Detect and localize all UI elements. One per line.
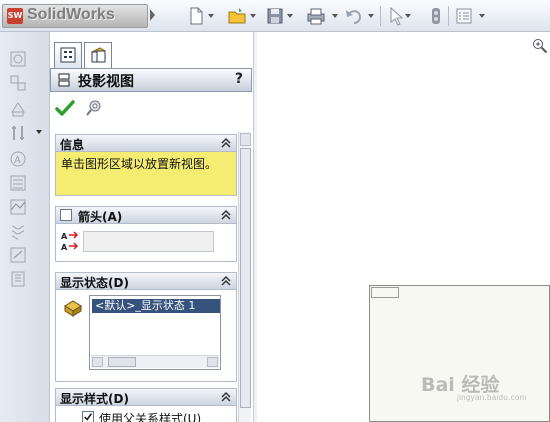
detail-view-icon[interactable]: A bbox=[9, 150, 27, 168]
break-icon[interactable] bbox=[9, 198, 27, 216]
zoom-icon[interactable] bbox=[532, 38, 548, 54]
svg-text:A: A bbox=[61, 243, 68, 252]
panel-tabs bbox=[50, 40, 257, 68]
use-parent-style-label: 使用父关系样式(U) bbox=[99, 412, 202, 422]
app-title: SolidWorks bbox=[27, 6, 115, 23]
use-parent-style-checkbox[interactable] bbox=[82, 411, 94, 422]
scroll-up-icon[interactable] bbox=[240, 133, 251, 146]
options-list-icon[interactable] bbox=[455, 6, 473, 26]
info-group: 信息 单击图形区域以放置新视图。 bbox=[55, 134, 237, 196]
open-dropdown-icon[interactable] bbox=[250, 14, 256, 18]
collapse-chevron-icon[interactable] bbox=[220, 275, 232, 287]
arrow-label-icon: A A bbox=[61, 231, 79, 252]
arrow-label-field[interactable] bbox=[83, 231, 214, 252]
graphics-area[interactable] bbox=[257, 32, 550, 422]
open-folder-icon[interactable] bbox=[227, 6, 247, 26]
watermark-url: jingyan.baidu.com bbox=[457, 393, 527, 402]
property-manager-panel: 投影视图 ? 信息 单击图形区域以放置新视图。 箭头(A) A A 显示状态(D… bbox=[50, 32, 257, 422]
scroll-right-icon[interactable] bbox=[207, 357, 218, 367]
watermark: Bai 经验 jingyan.baidu.com bbox=[421, 366, 549, 406]
info-message-box: 单击图形区域以放置新视图。 bbox=[56, 152, 236, 195]
save-icon[interactable] bbox=[266, 6, 284, 26]
help-button[interactable]: ? bbox=[235, 71, 243, 87]
select-dropdown-icon[interactable] bbox=[405, 14, 411, 18]
scrollbar-thumb[interactable] bbox=[108, 357, 136, 367]
model-view-icon[interactable] bbox=[9, 50, 27, 68]
crop-view-icon[interactable] bbox=[9, 222, 27, 240]
panel-title: 投影视图 bbox=[78, 74, 134, 90]
print-dropdown-icon[interactable] bbox=[332, 14, 338, 18]
display-style-group-header[interactable]: 显示样式(D) bbox=[56, 389, 236, 406]
pushpin-icon[interactable] bbox=[84, 98, 104, 118]
panel-vertical-scrollbar[interactable] bbox=[238, 132, 251, 422]
arrow-checkbox[interactable] bbox=[60, 209, 72, 221]
use-parent-style-option[interactable]: 使用父关系样式(U) bbox=[82, 411, 232, 422]
drawing-view-tab-icon bbox=[90, 47, 107, 63]
options-dropdown-icon[interactable] bbox=[479, 14, 485, 18]
horizontal-scrollbar[interactable] bbox=[91, 355, 219, 368]
display-state-group-header[interactable]: 显示状态(D) bbox=[56, 273, 236, 290]
arrow-group-title: 箭头(A) bbox=[78, 210, 123, 224]
svg-text:A: A bbox=[14, 155, 21, 166]
display-style-group: 显示样式(D) 使用父关系样式(U) bbox=[55, 388, 237, 422]
alternate-position-icon[interactable] bbox=[9, 246, 27, 264]
info-group-header[interactable]: 信息 bbox=[56, 135, 236, 152]
main-toolbar: SW SolidWorks bbox=[0, 0, 550, 32]
relative-view-icon[interactable] bbox=[9, 270, 27, 288]
rebuild-traffic-light-icon[interactable] bbox=[430, 6, 442, 26]
display-state-icon bbox=[64, 300, 82, 317]
broken-out-section-icon[interactable] bbox=[9, 174, 27, 192]
drawing-views-toolbar: A bbox=[0, 32, 50, 422]
print-icon[interactable] bbox=[305, 6, 327, 26]
projected-view-icon[interactable] bbox=[9, 74, 27, 92]
sheet-title-corner bbox=[371, 287, 399, 298]
select-arrow-icon[interactable] bbox=[388, 6, 404, 26]
property-manager-tab-icon bbox=[60, 47, 76, 63]
undo-dropdown-icon[interactable] bbox=[368, 14, 374, 18]
auxiliary-view-icon[interactable] bbox=[9, 100, 27, 118]
arrow-group: 箭头(A) A A bbox=[55, 206, 237, 262]
display-state-group: 显示状态(D) <默认>_显示状态 1 bbox=[55, 272, 237, 382]
display-style-group-title: 显示样式(D) bbox=[60, 392, 129, 406]
projected-view-icon bbox=[58, 73, 70, 87]
arrow-group-header[interactable]: 箭头(A) bbox=[56, 207, 236, 224]
ok-check-icon[interactable] bbox=[55, 98, 75, 118]
collapse-chevron-icon[interactable] bbox=[220, 137, 232, 149]
solidworks-logo-icon: SW bbox=[7, 8, 23, 24]
collapse-chevron-icon[interactable] bbox=[220, 391, 232, 403]
menu-expand-icon[interactable] bbox=[150, 9, 155, 21]
new-document-icon[interactable] bbox=[188, 6, 204, 26]
display-state-group-title: 显示状态(D) bbox=[60, 276, 129, 290]
panel-title-bar: 投影视图 ? bbox=[50, 68, 252, 92]
scroll-left-icon[interactable] bbox=[92, 357, 103, 367]
toolbar-divider bbox=[380, 6, 381, 26]
undo-icon[interactable] bbox=[344, 6, 364, 26]
info-group-title: 信息 bbox=[60, 138, 85, 152]
drawing-view-tab[interactable] bbox=[84, 42, 112, 68]
svg-text:A: A bbox=[61, 232, 68, 241]
info-message: 单击图形区域以放置新视图。 bbox=[61, 157, 218, 171]
new-dropdown-icon[interactable] bbox=[208, 14, 214, 18]
solidworks-menu-button[interactable]: SW SolidWorks bbox=[2, 4, 148, 28]
property-manager-tab[interactable] bbox=[54, 42, 82, 68]
toolbar-divider bbox=[448, 6, 449, 26]
section-view-icon[interactable] bbox=[9, 124, 27, 142]
display-state-list[interactable]: <默认>_显示状态 1 bbox=[89, 295, 221, 370]
collapse-chevron-icon[interactable] bbox=[220, 209, 232, 221]
section-view-dropdown-icon[interactable] bbox=[36, 130, 42, 134]
list-item[interactable]: <默认>_显示状态 1 bbox=[92, 299, 220, 313]
save-dropdown-icon[interactable] bbox=[287, 14, 293, 18]
scrollbar-thumb[interactable] bbox=[240, 148, 251, 408]
